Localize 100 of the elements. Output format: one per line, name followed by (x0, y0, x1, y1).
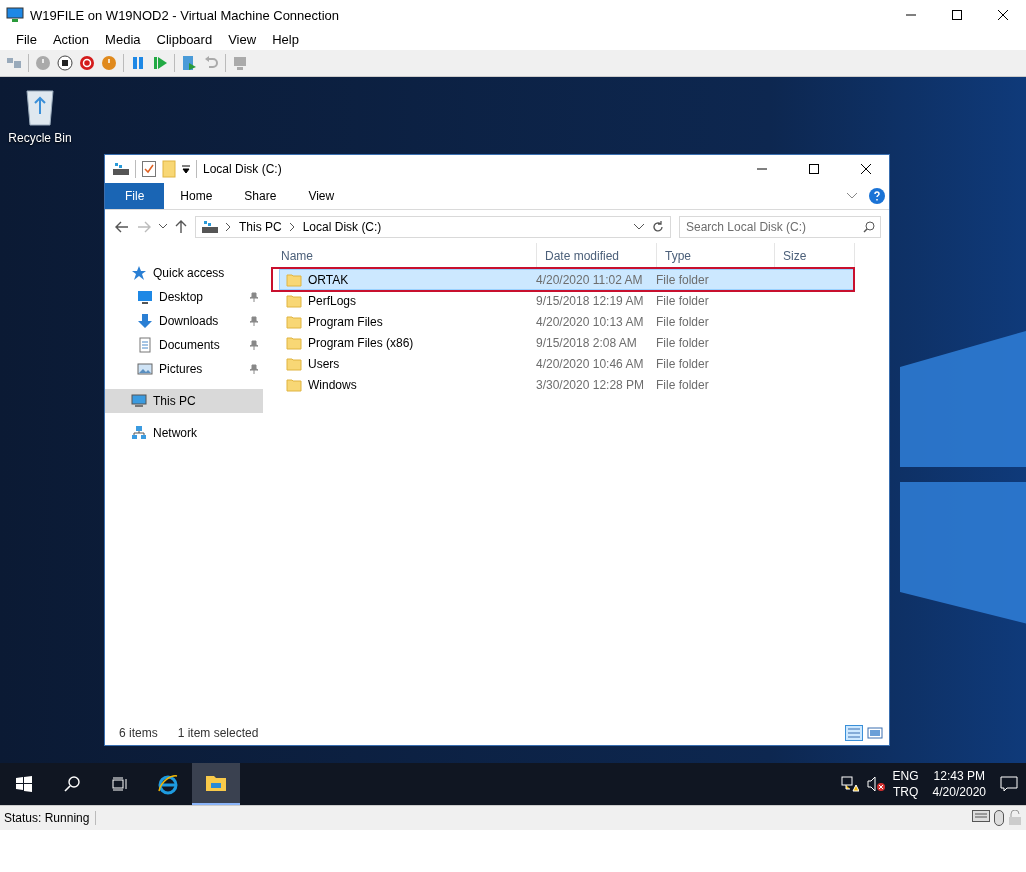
network-icon (131, 425, 147, 441)
drive-icon (113, 163, 129, 175)
nav-item[interactable]: This PC (105, 389, 263, 413)
nav-item[interactable]: Downloads (105, 309, 263, 333)
selection-count: 1 item selected (177, 726, 259, 740)
file-name: Program Files (x86) (308, 335, 414, 350)
ribbon-tab[interactable]: Share (228, 183, 293, 209)
item-count: 6 items (119, 726, 158, 740)
folder-icon (205, 774, 227, 792)
file-row[interactable]: PerfLogs 9/15/2018 12:19 AM File folder (279, 290, 855, 311)
back-arrow-icon[interactable] (115, 220, 129, 233)
shutdown-icon[interactable] (79, 55, 95, 71)
window-title: W19FILE on W19NOD2 - Virtual Machine Connection (30, 7, 340, 23)
up-arrow-icon[interactable] (175, 219, 187, 234)
file-type: File folder (656, 314, 710, 329)
folder-icon (286, 377, 302, 392)
windows-logo-icon (16, 776, 32, 792)
mouse-icon[interactable] (994, 810, 1004, 826)
refresh-icon[interactable] (652, 220, 664, 233)
date-modified: 9/15/2018 12:19 AM (536, 293, 645, 308)
search-icon (863, 220, 875, 233)
date-modified: 4/20/2020 10:13 AM (536, 314, 645, 329)
chevron-down-icon[interactable] (847, 193, 857, 199)
browser-icon (157, 773, 179, 795)
file-row[interactable]: Program Files (x86) 9/15/2018 2:08 AM File folder (279, 332, 855, 353)
monitor-icon (6, 7, 24, 23)
ribbon-tab[interactable]: Home (164, 183, 229, 209)
date-modified: 3/30/2020 12:28 PM (536, 377, 646, 392)
file-explorer-button[interactable] (192, 763, 240, 805)
breadcrumb-item[interactable]: This PC (239, 219, 282, 234)
file-type: File folder (656, 356, 710, 371)
nav-item[interactable]: Network (105, 421, 263, 445)
input-indicator[interactable]: ENG TRQ (892, 768, 919, 800)
search-field[interactable]: Search Local Disk (C:) (679, 215, 881, 238)
notification-icon[interactable] (1000, 776, 1018, 792)
download-icon (137, 313, 153, 329)
network-warning-icon[interactable] (840, 776, 859, 792)
folder-icon (286, 314, 302, 329)
star-icon (131, 265, 147, 281)
dropdown-icon[interactable] (182, 165, 190, 173)
menu-item[interactable]: Media (97, 30, 149, 50)
nav-item[interactable]: Desktop (105, 285, 263, 309)
search-icon (64, 776, 80, 792)
desktop-icon (137, 289, 153, 305)
folder-icon (286, 335, 302, 350)
file-type: File folder (656, 272, 710, 287)
file-type: File folder (656, 293, 710, 308)
menu-item[interactable]: Clipboard (148, 30, 221, 50)
file-menu-button[interactable]: File (105, 183, 165, 209)
file-name: ORTAK (308, 272, 349, 287)
menu-item[interactable]: File (8, 30, 45, 50)
chevron-down-icon[interactable] (634, 223, 644, 230)
date-modified: 9/15/2018 2:08 AM (536, 335, 638, 350)
ribbon-tab[interactable]: View (292, 183, 351, 209)
properties-icon[interactable] (142, 161, 156, 177)
date-modified: 4/20/2020 11:02 AM (536, 272, 644, 287)
pause-icon[interactable] (130, 55, 146, 71)
play-icon[interactable] (152, 55, 168, 71)
menu-item[interactable]: Action (44, 30, 98, 50)
nav-item[interactable]: Documents (105, 333, 263, 357)
close-icon (998, 10, 1008, 20)
file-name: Users (308, 356, 340, 371)
keyboard-icon[interactable] (972, 810, 990, 822)
task-view-icon (112, 777, 128, 791)
date-modified: 4/20/2020 10:46 AM (536, 356, 645, 371)
file-type: File folder (656, 377, 710, 392)
maximize-icon (809, 164, 819, 174)
drive-icon (202, 220, 218, 233)
large-icons-view-icon[interactable] (867, 725, 883, 741)
pc-icon (131, 393, 147, 409)
maximize-icon (952, 10, 962, 20)
file-name: Program Files (308, 314, 383, 329)
folder-icon (286, 356, 302, 371)
file-row[interactable]: Users 4/20/2020 10:46 AM File folder (279, 353, 855, 374)
document-icon (137, 337, 153, 353)
help-icon[interactable] (869, 188, 885, 204)
muted-speaker-icon[interactable] (866, 776, 885, 792)
address-bar[interactable]: This PC Local Disk (C:) (195, 215, 671, 238)
window-title: Local Disk (C:) (203, 162, 283, 176)
clock[interactable]: 12:43 PM 4/20/2020 (926, 768, 992, 800)
file-type: File folder (656, 335, 710, 350)
chevron-right-icon (289, 222, 295, 231)
nav-item[interactable]: Pictures (105, 357, 263, 381)
file-name: PerfLogs (308, 293, 357, 308)
menu-item[interactable]: View (220, 30, 265, 50)
close-icon (861, 164, 871, 174)
stop-icon[interactable] (57, 55, 73, 71)
desktop-icon-label: Recycle Bin (8, 131, 72, 145)
menu-item[interactable]: Help (264, 30, 307, 50)
chevron-down-icon[interactable] (159, 224, 167, 229)
chevron-right-icon (226, 222, 231, 231)
file-row[interactable]: ORTAK 4/20/2020 11:02 AM File folder (279, 269, 855, 290)
breadcrumb-item[interactable]: Local Disk (C:) (302, 219, 382, 234)
details-view-icon[interactable] (845, 725, 863, 741)
file-name: Windows (308, 377, 357, 392)
file-row[interactable]: Program Files 4/20/2020 10:13 AM File folder (279, 311, 855, 332)
file-row[interactable]: Windows 3/30/2020 12:28 PM File folder (279, 374, 855, 395)
folder-icon (286, 272, 302, 287)
nav-item[interactable]: Quick access (105, 261, 263, 285)
status-text: Status: Running (4, 811, 97, 825)
